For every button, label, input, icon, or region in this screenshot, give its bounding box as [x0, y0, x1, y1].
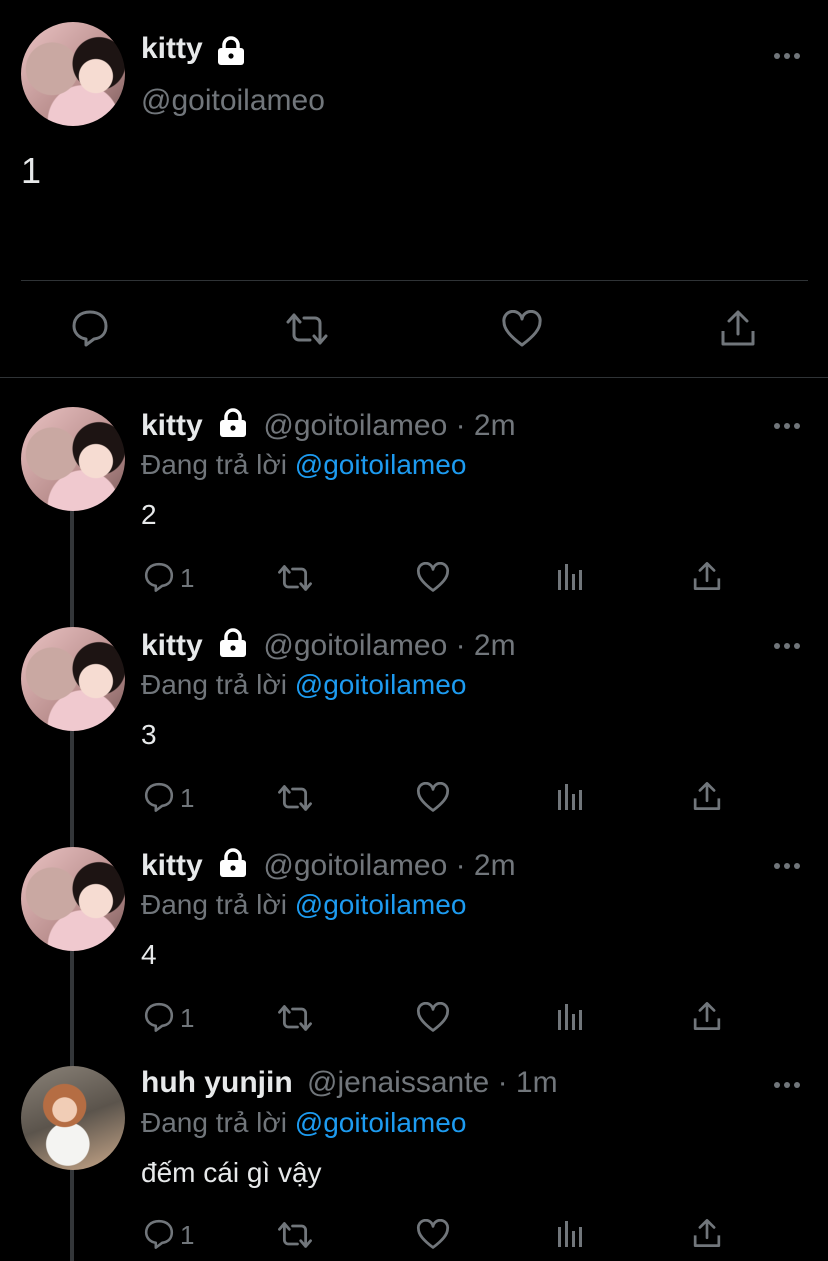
replying-to-label: Đang trả lời: [141, 1107, 287, 1138]
reply-count: 1: [180, 563, 195, 593]
tweet-text: đếm cái gì vậy: [141, 1157, 322, 1188]
author-name[interactable]: kitty: [141, 32, 203, 65]
timestamp[interactable]: · 1m: [498, 1066, 558, 1099]
more-icon[interactable]: [774, 423, 800, 429]
replying-to-label: Đang trả lời: [141, 449, 287, 480]
avatar[interactable]: [21, 847, 125, 951]
reply-count: 1: [180, 1003, 195, 1033]
more-icon[interactable]: [774, 863, 800, 869]
author-handle[interactable]: @goitoilameo: [141, 84, 325, 118]
reply-icon[interactable]: [143, 1218, 175, 1255]
reply-count: 1: [180, 1220, 195, 1250]
avatar[interactable]: [21, 407, 125, 511]
analytics-icon[interactable]: [556, 1219, 586, 1254]
divider: [0, 377, 828, 378]
reply-icon[interactable]: [70, 308, 110, 353]
analytics-icon[interactable]: [556, 562, 586, 597]
reply-header: kitty @goitoilameo · 2m: [141, 408, 516, 448]
share-icon[interactable]: [692, 1218, 722, 1253]
replying-to-label: Đang trả lời: [141, 889, 287, 920]
retweet-icon[interactable]: [277, 1220, 313, 1255]
share-icon[interactable]: [692, 781, 722, 816]
timestamp[interactable]: · 2m: [456, 409, 516, 442]
reply-header: huh yunjin @jenaissante · 1m: [141, 1066, 558, 1106]
tweet-text: 2: [141, 499, 157, 530]
author-name[interactable]: kitty: [141, 409, 203, 442]
mention-link[interactable]: @goitoilameo: [295, 889, 467, 920]
tweet-text: 1: [21, 150, 42, 191]
replying-to: Đang trả lời @goitoilameo: [141, 889, 466, 921]
lock-icon: [215, 36, 247, 71]
share-icon[interactable]: [719, 309, 757, 352]
author-name[interactable]: kitty: [141, 849, 203, 882]
author-handle[interactable]: @goitoilameo: [263, 849, 447, 882]
avatar[interactable]: [21, 1066, 125, 1170]
like-icon[interactable]: [501, 309, 543, 353]
retweet-icon[interactable]: [285, 311, 329, 352]
reply-icon[interactable]: [143, 1001, 175, 1038]
more-icon[interactable]: [774, 53, 800, 59]
reply-count: 1: [180, 783, 195, 813]
author-handle[interactable]: @goitoilameo: [263, 629, 447, 662]
mention-link[interactable]: @goitoilameo: [295, 669, 467, 700]
reply-header: kitty @goitoilameo · 2m: [141, 848, 516, 888]
reply-icon[interactable]: [143, 561, 175, 598]
lock-icon: [217, 628, 249, 666]
replying-to: Đang trả lời @goitoilameo: [141, 1107, 466, 1139]
lock-icon: [217, 848, 249, 886]
analytics-icon[interactable]: [556, 1002, 586, 1037]
author-name[interactable]: huh yunjin: [141, 1066, 293, 1099]
more-icon[interactable]: [774, 643, 800, 649]
share-icon[interactable]: [692, 561, 722, 596]
timestamp[interactable]: · 2m: [456, 849, 516, 882]
avatar[interactable]: [21, 22, 125, 126]
mention-link[interactable]: @goitoilameo: [295, 1107, 467, 1138]
retweet-icon[interactable]: [277, 563, 313, 598]
author-handle[interactable]: @goitoilameo: [263, 409, 447, 442]
author-name[interactable]: kitty: [141, 629, 203, 662]
divider: [21, 280, 808, 281]
replying-to: Đang trả lời @goitoilameo: [141, 449, 466, 481]
like-icon[interactable]: [416, 781, 450, 818]
replying-to: Đang trả lời @goitoilameo: [141, 669, 466, 701]
reply-header: kitty @goitoilameo · 2m: [141, 628, 516, 668]
lock-icon: [217, 408, 249, 446]
timestamp[interactable]: · 2m: [456, 629, 516, 662]
author-handle[interactable]: @jenaissante: [307, 1066, 489, 1099]
share-icon[interactable]: [692, 1001, 722, 1036]
more-icon[interactable]: [774, 1082, 800, 1088]
mention-link[interactable]: @goitoilameo: [295, 449, 467, 480]
tweet-text: 3: [141, 719, 157, 750]
replying-to-label: Đang trả lời: [141, 669, 287, 700]
like-icon[interactable]: [416, 561, 450, 598]
reply-icon[interactable]: [143, 781, 175, 818]
retweet-icon[interactable]: [277, 1003, 313, 1038]
analytics-icon[interactable]: [556, 782, 586, 817]
author-row: kitty: [141, 32, 247, 72]
like-icon[interactable]: [416, 1218, 450, 1255]
avatar[interactable]: [21, 627, 125, 731]
like-icon[interactable]: [416, 1001, 450, 1038]
retweet-icon[interactable]: [277, 783, 313, 818]
tweet-text: 4: [141, 939, 157, 970]
